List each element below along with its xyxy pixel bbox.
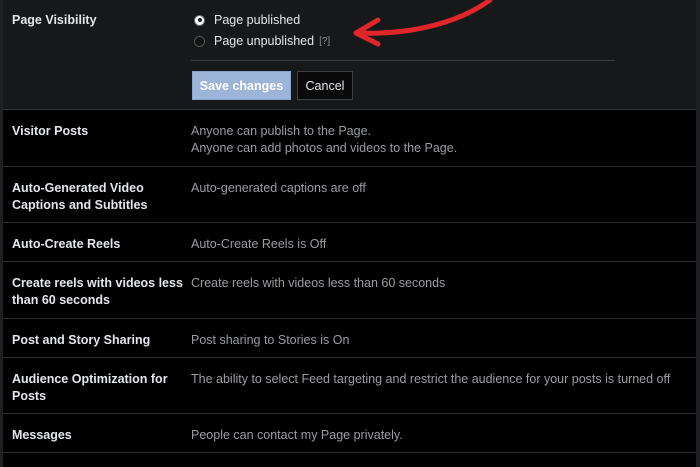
radio-published-selected[interactable] — [194, 14, 205, 26]
setting-row-auto-create-reels[interactable]: Auto-Create Reels Auto-Create Reels is O… — [3, 223, 696, 262]
help-link[interactable]: [?] — [319, 36, 330, 47]
setting-value-line: Auto-generated captions are off — [191, 181, 366, 195]
setting-value: Post sharing to Stories is On — [191, 332, 691, 349]
setting-label: Create reels with videos less than 60 se… — [12, 276, 183, 307]
setting-row-story-sharing[interactable]: Post and Story Sharing Post sharing to S… — [3, 319, 696, 358]
setting-value: The ability to select Feed targeting and… — [191, 371, 691, 388]
setting-label: Post and Story Sharing — [12, 333, 151, 347]
setting-value-line: Post sharing to Stories is On — [191, 333, 350, 347]
setting-value-line: Anyone can publish to the Page. — [191, 124, 371, 138]
setting-row-visitor-posts[interactable]: Visitor Posts Anyone can publish to the … — [3, 110, 696, 167]
setting-label: Audience Optimization for Posts — [12, 372, 168, 403]
setting-value-line: People can contact my Page privately. — [191, 428, 403, 442]
setting-row-audience-optimization[interactable]: Audience Optimization for Posts The abil… — [3, 358, 696, 414]
section-divider — [191, 60, 615, 61]
radio-unpublished[interactable] — [194, 35, 205, 47]
setting-value: Auto-generated captions are off — [191, 180, 691, 197]
save-changes-button[interactable]: Save changes — [192, 71, 291, 100]
radio-label-unpublished[interactable]: Page unpublished — [214, 34, 314, 48]
setting-value-line: Create reels with videos less than 60 se… — [191, 276, 446, 290]
setting-label: Auto-Generated Video Captions and Subtit… — [12, 181, 148, 212]
setting-row-auto-captions[interactable]: Auto-Generated Video Captions and Subtit… — [3, 167, 696, 223]
setting-label: Visitor Posts — [12, 124, 89, 138]
page-visibility-label: Page Visibility — [12, 13, 97, 27]
setting-label: Messages — [12, 428, 72, 442]
setting-label: Auto-Create Reels — [12, 237, 121, 251]
radio-option-unpublished[interactable]: Page unpublished [?] — [194, 32, 330, 50]
right-edge — [696, 0, 700, 467]
radio-label-published[interactable]: Page published — [214, 13, 300, 27]
annotation-arrow-icon — [353, 0, 493, 47]
setting-value-line: Anyone can add photos and videos to the … — [191, 141, 458, 155]
cancel-button[interactable]: Cancel — [297, 71, 353, 100]
setting-row-messages[interactable]: Messages People can contact my Page priv… — [3, 414, 696, 453]
setting-value-line: The ability to select Feed targeting and… — [191, 372, 671, 386]
setting-value: Anyone can publish to the Page. Anyone c… — [191, 123, 691, 157]
setting-value: Auto-Create Reels is Off — [191, 236, 691, 253]
radio-option-published[interactable]: Page published — [194, 11, 300, 29]
setting-row-short-reels[interactable]: Create reels with videos less than 60 se… — [3, 262, 696, 319]
setting-value: Create reels with videos less than 60 se… — [191, 275, 691, 292]
setting-value: People can contact my Page privately. — [191, 427, 691, 444]
setting-value-line: Auto-Create Reels is Off — [191, 237, 327, 251]
